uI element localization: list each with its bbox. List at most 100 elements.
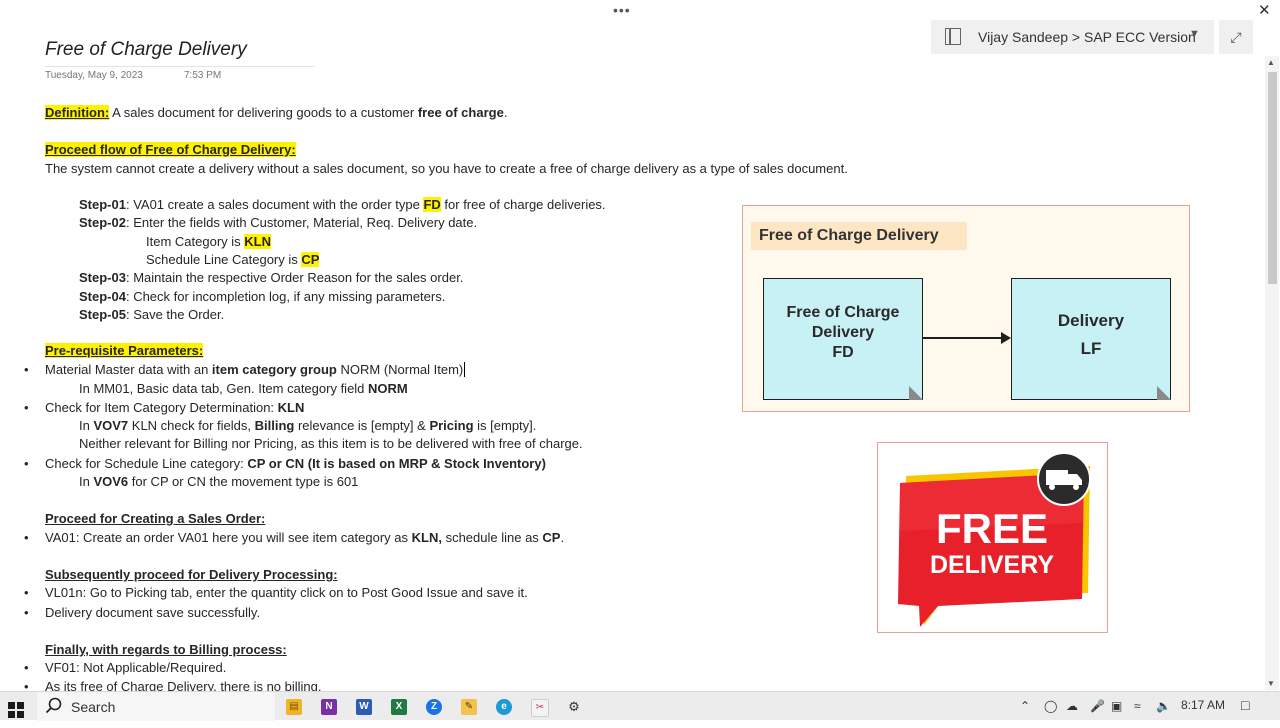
prereq-heading-text: Pre-requisite Parameters: xyxy=(45,343,204,358)
text-bold: KLN xyxy=(277,400,305,415)
notification-icon[interactable]: □ xyxy=(1241,697,1249,713)
text: Check for Schedule Line category: xyxy=(45,456,248,471)
text: In MM01, Basic data tab, Gen. Item categ… xyxy=(79,381,369,396)
text-bold: Billing xyxy=(254,418,295,433)
file-explorer-icon[interactable]: ▤ xyxy=(286,699,302,715)
box-line: LF xyxy=(1080,339,1102,358)
page-time: 7:53 PM xyxy=(184,70,222,81)
settings-gear-icon[interactable]: ⚙ xyxy=(566,699,582,715)
network-icon[interactable]: ▣ xyxy=(1111,699,1122,713)
box-line: Delivery xyxy=(1057,311,1125,330)
step-text: : Enter the fields with Customer, Materi… xyxy=(125,215,478,230)
heading-text: Subsequently proceed for Delivery Proces… xyxy=(45,567,338,582)
definition-end: . xyxy=(503,105,508,120)
prereq-item-1[interactable]: Material Master data with an item catego… xyxy=(45,362,466,378)
excel-icon[interactable]: X xyxy=(391,699,407,715)
text: Material Master data with an xyxy=(45,362,212,377)
bullet-icon: • xyxy=(24,456,29,471)
chevron-down-icon[interactable]: ▼ xyxy=(1189,28,1200,40)
close-icon[interactable]: ✕ xyxy=(1258,1,1271,19)
delivery-heading[interactable]: Subsequently proceed for Delivery Proces… xyxy=(45,567,338,583)
notebook-breadcrumb[interactable]: Vijay Sandeep > SAP ECC Version ▼ xyxy=(931,20,1214,54)
proceed-heading[interactable]: Proceed flow of Free of Charge Delivery: xyxy=(45,142,296,158)
scrollbar-thumb[interactable] xyxy=(1268,72,1277,284)
badge-delivery-text: DELIVERY xyxy=(930,551,1054,579)
search-label: Search xyxy=(71,699,116,715)
wifi-icon[interactable]: ≈ xyxy=(1134,699,1141,713)
proceed-heading-text: Proceed flow of Free of Charge Delivery: xyxy=(45,142,296,157)
bullet-icon: • xyxy=(24,660,29,675)
billing-heading[interactable]: Finally, with regards to Billing process… xyxy=(45,642,287,658)
cloud-icon[interactable]: ☁ xyxy=(1066,699,1078,713)
prereq-item-1-sub[interactable]: In MM01, Basic data tab, Gen. Item categ… xyxy=(79,381,408,397)
prereq-item-3-sub[interactable]: In VOV6 for CP or CN the movement type i… xyxy=(79,474,358,490)
diagram-box-fd: Free of Charge Delivery FD xyxy=(763,278,923,400)
notebook-path: Vijay Sandeep > SAP ECC Version xyxy=(978,29,1196,45)
item-category-line[interactable]: Item Category is KLN xyxy=(146,234,271,250)
more-options-icon[interactable]: ••• xyxy=(613,2,631,18)
prereq-item-2-sub[interactable]: In VOV7 KLN check for fields, Billing re… xyxy=(79,418,536,434)
step-02[interactable]: Step-02: Enter the fields with Customer,… xyxy=(79,215,477,231)
text: VA01: Create an order VA01 here you will… xyxy=(45,530,412,545)
step-text: : Check for incompletion log, if any mis… xyxy=(125,289,446,304)
billing-item-1[interactable]: VF01: Not Applicable/Required. xyxy=(45,660,226,676)
step-label: Step-03 xyxy=(79,270,126,285)
step-label: Step-02 xyxy=(79,215,126,230)
text: In xyxy=(79,418,94,433)
step-label: Step-01 xyxy=(79,197,126,212)
word-icon[interactable]: W xyxy=(356,699,372,715)
snipping-tool-icon[interactable]: ✂ xyxy=(531,699,549,717)
step-04[interactable]: Step-04: Check for incompletion log, if … xyxy=(79,289,445,305)
page-fold xyxy=(909,386,923,400)
step-03[interactable]: Step-03: Maintain the respective Order R… xyxy=(79,270,463,286)
step-text-end: for free of charge deliveries. xyxy=(440,197,606,212)
sticky-app-icon[interactable]: ✎ xyxy=(461,699,477,715)
free-delivery-image[interactable]: FREE DELIVERY xyxy=(877,442,1108,633)
page-title[interactable]: Free of Charge Delivery xyxy=(45,39,247,61)
zoom-icon[interactable]: Z xyxy=(426,699,442,715)
bullet-icon: • xyxy=(24,605,29,620)
definition-line[interactable]: Definition: A sales document for deliver… xyxy=(45,105,507,121)
taskbar-clock[interactable]: 8:17 AM xyxy=(1181,698,1225,712)
sales-order-item[interactable]: VA01: Create an order VA01 here you will… xyxy=(45,530,564,546)
taskbar-search[interactable]: Search xyxy=(37,692,275,721)
text-bold: KLN, xyxy=(411,530,442,545)
expand-icon[interactable]: ⤢ xyxy=(1219,20,1253,54)
microphone-icon[interactable]: 🎤 xyxy=(1090,699,1105,713)
box-line: Delivery xyxy=(811,324,875,341)
chevron-up-icon[interactable]: ⌃ xyxy=(1020,699,1030,713)
onenote-icon[interactable]: N xyxy=(321,699,337,715)
bullet-icon: • xyxy=(24,362,29,377)
volume-icon[interactable]: 🔈 xyxy=(1156,699,1171,713)
delivery-item-1[interactable]: VL01n: Go to Picking tab, enter the quan… xyxy=(45,585,528,601)
step-05[interactable]: Step-05: Save the Order. xyxy=(79,307,224,323)
step-01[interactable]: Step-01: VA01 create a sales document wi… xyxy=(79,197,606,213)
page-fold xyxy=(1157,386,1171,400)
prereq-item-3[interactable]: Check for Schedule Line category: CP or … xyxy=(45,456,546,472)
sales-order-heading[interactable]: Proceed for Creating a Sales Order: xyxy=(45,511,265,527)
search-icon xyxy=(45,697,63,718)
text: Check for Item Category Determination: xyxy=(45,400,278,415)
prereq-item-2[interactable]: Check for Item Category Determination: K… xyxy=(45,400,304,416)
notebook-icon xyxy=(945,28,961,45)
heading-text: Finally, with regards to Billing process… xyxy=(45,642,287,657)
text-bold: VOV6 xyxy=(93,474,129,489)
flow-diagram-image[interactable]: Free of Charge Delivery Free of Charge D… xyxy=(742,205,1190,412)
diagram-box-lf: Delivery LF xyxy=(1011,278,1171,400)
prereq-item-2-sub2[interactable]: Neither relevant for Billing nor Pricing… xyxy=(79,436,583,452)
battery-saver-icon[interactable]: ◯ xyxy=(1044,699,1057,713)
scroll-down-icon[interactable]: ▼ xyxy=(1267,679,1275,688)
proceed-text[interactable]: The system cannot create a delivery with… xyxy=(45,161,848,177)
schedule-line[interactable]: Schedule Line Category is CP xyxy=(146,252,320,268)
text: KLN check for fields, xyxy=(128,418,255,433)
edge-icon[interactable]: e xyxy=(496,699,512,715)
scroll-up-icon[interactable]: ▲ xyxy=(1267,58,1275,67)
prereq-heading[interactable]: Pre-requisite Parameters: xyxy=(45,343,204,359)
delivery-item-2[interactable]: Delivery document save successfully. xyxy=(45,605,260,621)
step-text: : Save the Order. xyxy=(125,307,225,322)
windows-start-icon[interactable] xyxy=(8,699,24,718)
schedule-text: Schedule Line Category is xyxy=(146,252,302,267)
schedule-code: CP xyxy=(301,252,320,267)
step-text: : VA01 create a sales document with the … xyxy=(125,197,424,212)
text: In xyxy=(79,474,94,489)
